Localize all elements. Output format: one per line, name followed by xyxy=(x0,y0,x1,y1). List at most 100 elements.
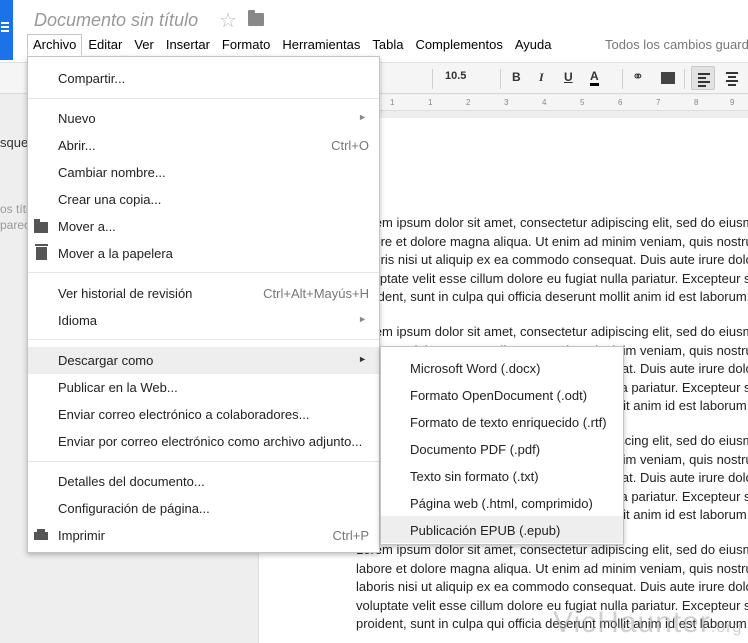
menu-item-label: Mover a la papelera xyxy=(58,246,173,261)
folder-icon xyxy=(34,219,48,233)
menu-ver[interactable]: Ver xyxy=(128,34,160,56)
menu-herramientas[interactable]: Herramientas xyxy=(276,34,366,56)
ruler-tick: 4 xyxy=(542,98,547,107)
menu-item-rename[interactable]: Cambiar nombre... xyxy=(28,159,379,186)
menu-item-publish[interactable]: Publicar en la Web... xyxy=(28,374,379,401)
menu-item-label: Publicar en la Web... xyxy=(58,380,178,395)
submenu-item-odt[interactable]: Formato OpenDocument (.odt) xyxy=(381,381,623,408)
submenu-item-label: Página web (.html, comprimido) xyxy=(410,496,593,511)
menu-divider xyxy=(28,98,379,99)
print-icon xyxy=(34,529,48,540)
ruler-tick: 5 xyxy=(580,98,585,107)
submenu-arrow-icon: ► xyxy=(358,112,367,122)
menu-item-label: Abrir... xyxy=(58,138,96,153)
ruler-tick: 2 xyxy=(466,98,471,107)
text-line: laboris nisi ut aliquip ex ea commodo co… xyxy=(356,579,748,594)
ruler-tick: 9 xyxy=(730,98,735,107)
text-line: voluptate velit esse cillum dolore eu fu… xyxy=(356,270,748,286)
submenu-item-epub[interactable]: Publicación EPUB (.epub) xyxy=(381,516,623,543)
menu-item-download[interactable]: Descargar como ► xyxy=(28,347,379,374)
submenu-item-label: Formato OpenDocument (.odt) xyxy=(410,388,588,403)
toolbar-divider xyxy=(684,69,685,89)
sidebar-text: sque xyxy=(0,135,29,150)
ruler[interactable]: 1 1 2 3 4 5 6 7 8 9 xyxy=(380,95,748,111)
menu-item-move[interactable]: Mover a... xyxy=(28,213,379,240)
menu-item-page-setup[interactable]: Configuración de página... xyxy=(28,495,379,522)
menu-editar[interactable]: Editar xyxy=(82,34,128,56)
ruler-tick: 3 xyxy=(504,98,509,107)
toolbar-divider xyxy=(500,69,501,89)
menu-item-email-attachment[interactable]: Enviar por correo electrónico como archi… xyxy=(28,428,379,455)
menu-insertar[interactable]: Insertar xyxy=(160,34,216,56)
align-center-icon[interactable] xyxy=(720,66,744,90)
menu-item-label: Enviar por correo electrónico como archi… xyxy=(58,434,363,449)
submenu-item-pdf[interactable]: Documento PDF (.pdf) xyxy=(381,435,623,462)
menubar: Archivo Editar Ver Insertar Formato Herr… xyxy=(27,34,558,56)
submenu-item-docx[interactable]: Microsoft Word (.docx) xyxy=(381,354,623,381)
menu-item-label: Descargar como xyxy=(58,353,154,368)
ruler-tick: 7 xyxy=(656,98,661,107)
menu-item-label: Enviar correo electrónico a colaboradore… xyxy=(58,407,310,422)
menu-item-label: Nuevo xyxy=(58,111,96,126)
toolbar-divider xyxy=(432,69,433,89)
menu-item-share[interactable]: Compartir... xyxy=(28,65,379,92)
menu-item-print[interactable]: Imprimir Ctrl+P xyxy=(28,522,379,549)
shortcut-label: Ctrl+Alt+Mayús+H xyxy=(263,286,369,301)
text-line: labore et dolore magna aliqua. Ut enim a… xyxy=(356,233,748,249)
submenu-item-txt[interactable]: Texto sin formato (.txt) xyxy=(381,462,623,489)
menu-tabla[interactable]: Tabla xyxy=(366,34,409,56)
ruler-tick: 1 xyxy=(428,98,433,107)
bold-button[interactable]: B xyxy=(512,70,521,84)
comment-icon[interactable] xyxy=(661,72,675,84)
menu-item-label: Idioma xyxy=(58,313,98,328)
text-line: proident, sunt in culpa qui officia dese… xyxy=(356,289,748,304)
menu-ayuda[interactable]: Ayuda xyxy=(509,34,558,56)
download-submenu: Microsoft Word (.docx) Formato OpenDocum… xyxy=(380,346,624,545)
menu-formato[interactable]: Formato xyxy=(216,34,276,56)
menu-item-label: Crear una copia... xyxy=(58,192,162,207)
underline-button[interactable]: U xyxy=(564,70,573,84)
menu-item-copy[interactable]: Crear una copia... xyxy=(28,186,379,213)
menu-item-details[interactable]: Detalles del documento... xyxy=(28,468,379,495)
menu-item-label: Ver historial de revisión xyxy=(58,286,193,301)
text-line: Lorem ipsum dolor sit amet, consectetur … xyxy=(356,215,748,230)
menu-item-language[interactable]: Idioma ► xyxy=(28,307,379,334)
document-paragraph[interactable]: Lorem ipsum dolor sit amet, consectetur … xyxy=(356,214,748,307)
menu-item-label: Imprimir xyxy=(58,528,105,543)
menu-item-label: Configuración de página... xyxy=(58,501,210,516)
submenu-arrow-icon: ► xyxy=(358,314,367,324)
document-title[interactable]: Documento sin título xyxy=(34,10,198,31)
menu-item-history[interactable]: Ver historial de revisión Ctrl+Alt+Mayús+… xyxy=(28,280,379,307)
text-line: labore et dolore magna aliqua. Ut enim a… xyxy=(356,560,748,576)
menu-item-new[interactable]: Nuevo ► xyxy=(28,105,379,132)
submenu-item-rtf[interactable]: Formato de texto enriquecido (.rtf) xyxy=(381,408,623,435)
submenu-item-label: Formato de texto enriquecido (.rtf) xyxy=(410,415,607,430)
star-icon[interactable]: ☆ xyxy=(219,8,237,33)
ruler-tick: 1 xyxy=(390,98,395,107)
file-menu: Compartir... Nuevo ► Abrir... Ctrl+O Cambi… xyxy=(27,56,380,553)
submenu-item-html[interactable]: Página web (.html, comprimido) xyxy=(381,489,623,516)
toolbar-divider xyxy=(622,69,623,89)
submenu-item-label: Texto sin formato (.txt) xyxy=(410,469,539,484)
app-header: Documento sin título ☆ Archivo Editar Ve… xyxy=(0,0,748,62)
folder-icon[interactable] xyxy=(248,10,264,26)
shortcut-label: Ctrl+O xyxy=(331,138,369,153)
italic-button[interactable]: I xyxy=(539,70,544,85)
menu-item-label: Cambiar nombre... xyxy=(58,165,166,180)
menu-archivo[interactable]: Archivo xyxy=(27,34,83,56)
align-left-icon[interactable] xyxy=(691,66,715,90)
menu-item-open[interactable]: Abrir... Ctrl+O xyxy=(28,132,379,159)
watermark-text: VicHaunter xyxy=(553,606,711,639)
submenu-arrow-icon: ► xyxy=(358,354,367,364)
link-icon[interactable]: ⚭ xyxy=(632,68,644,85)
sidebar-text: parec xyxy=(0,218,31,232)
font-size-select[interactable]: 10.5 xyxy=(445,70,466,82)
text-color-button[interactable]: A xyxy=(590,70,599,86)
submenu-item-label: Publicación EPUB (.epub) xyxy=(410,523,561,538)
menu-item-label: Detalles del documento... xyxy=(58,474,205,489)
menu-complementos[interactable]: Complementos xyxy=(409,34,508,56)
docs-logo[interactable] xyxy=(0,0,13,60)
menu-item-email-collaborators[interactable]: Enviar correo electrónico a colaboradore… xyxy=(28,401,379,428)
watermark: VicHaunter.org xyxy=(553,606,742,640)
menu-item-trash[interactable]: Mover a la papelera xyxy=(28,240,379,267)
